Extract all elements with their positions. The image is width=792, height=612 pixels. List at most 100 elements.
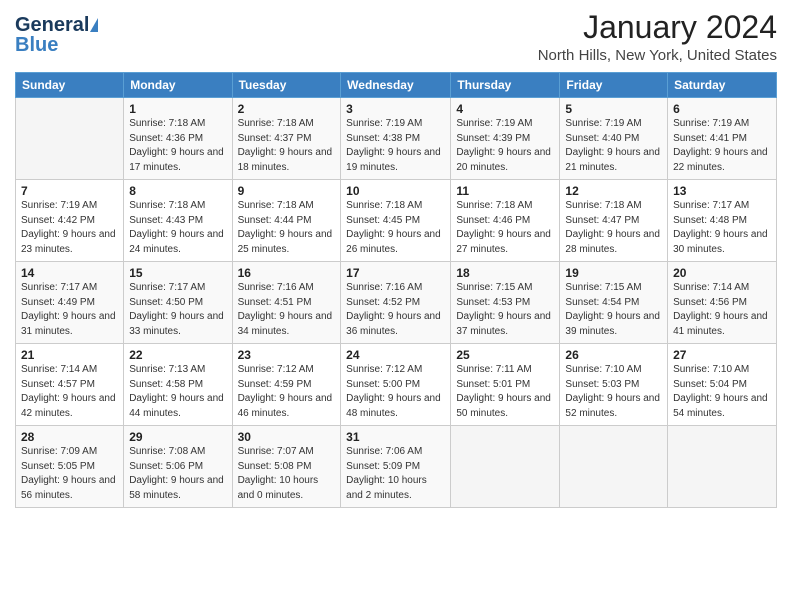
col-header-wednesday: Wednesday — [341, 73, 451, 98]
day-number: 18 — [456, 266, 554, 280]
day-number: 10 — [346, 184, 445, 198]
calendar-cell: 27Sunrise: 7:10 AMSunset: 5:04 PMDayligh… — [668, 344, 777, 426]
calendar-cell: 4Sunrise: 7:19 AMSunset: 4:39 PMDaylight… — [451, 98, 560, 180]
day-info: Sunrise: 7:16 AMSunset: 4:52 PMDaylight:… — [346, 281, 445, 339]
day-number: 3 — [346, 102, 445, 116]
day-info: Sunrise: 7:15 AMSunset: 4:54 PMDaylight:… — [565, 281, 662, 339]
calendar-cell: 19Sunrise: 7:15 AMSunset: 4:54 PMDayligh… — [560, 262, 668, 344]
day-info: Sunrise: 7:06 AMSunset: 5:09 PMDaylight:… — [346, 445, 445, 503]
calendar-cell: 10Sunrise: 7:18 AMSunset: 4:45 PMDayligh… — [341, 180, 451, 262]
calendar-cell: 29Sunrise: 7:08 AMSunset: 5:06 PMDayligh… — [124, 426, 232, 508]
day-number: 6 — [673, 102, 771, 116]
week-row-4: 21Sunrise: 7:14 AMSunset: 4:57 PMDayligh… — [16, 344, 777, 426]
day-info: Sunrise: 7:18 AMSunset: 4:45 PMDaylight:… — [346, 199, 445, 257]
day-info: Sunrise: 7:19 AMSunset: 4:42 PMDaylight:… — [21, 199, 118, 257]
calendar-cell — [668, 426, 777, 508]
subtitle: North Hills, New York, United States — [538, 47, 777, 64]
day-number: 2 — [238, 102, 336, 116]
calendar-cell: 7Sunrise: 7:19 AMSunset: 4:42 PMDaylight… — [16, 180, 124, 262]
day-info: Sunrise: 7:12 AMSunset: 5:00 PMDaylight:… — [346, 363, 445, 421]
title-block: January 2024 North Hills, New York, Unit… — [538, 10, 777, 64]
calendar-cell: 23Sunrise: 7:12 AMSunset: 4:59 PMDayligh… — [232, 344, 341, 426]
day-number: 27 — [673, 348, 771, 362]
day-info: Sunrise: 7:18 AMSunset: 4:47 PMDaylight:… — [565, 199, 662, 257]
calendar-cell: 22Sunrise: 7:13 AMSunset: 4:58 PMDayligh… — [124, 344, 232, 426]
week-row-3: 14Sunrise: 7:17 AMSunset: 4:49 PMDayligh… — [16, 262, 777, 344]
day-info: Sunrise: 7:17 AMSunset: 4:49 PMDaylight:… — [21, 281, 118, 339]
day-number: 29 — [129, 430, 226, 444]
calendar-cell: 2Sunrise: 7:18 AMSunset: 4:37 PMDaylight… — [232, 98, 341, 180]
calendar-cell: 24Sunrise: 7:12 AMSunset: 5:00 PMDayligh… — [341, 344, 451, 426]
calendar-cell: 30Sunrise: 7:07 AMSunset: 5:08 PMDayligh… — [232, 426, 341, 508]
logo: General Blue — [15, 10, 98, 56]
day-number: 8 — [129, 184, 226, 198]
calendar-cell: 5Sunrise: 7:19 AMSunset: 4:40 PMDaylight… — [560, 98, 668, 180]
day-number: 31 — [346, 430, 445, 444]
calendar-cell: 21Sunrise: 7:14 AMSunset: 4:57 PMDayligh… — [16, 344, 124, 426]
logo-general: General — [15, 14, 89, 36]
day-number: 9 — [238, 184, 336, 198]
calendar-table: SundayMondayTuesdayWednesdayThursdayFrid… — [15, 72, 777, 508]
header: General Blue January 2024 North Hills, N… — [15, 10, 777, 64]
calendar-cell: 11Sunrise: 7:18 AMSunset: 4:46 PMDayligh… — [451, 180, 560, 262]
day-info: Sunrise: 7:19 AMSunset: 4:39 PMDaylight:… — [456, 117, 554, 175]
day-number: 12 — [565, 184, 662, 198]
day-info: Sunrise: 7:14 AMSunset: 4:56 PMDaylight:… — [673, 281, 771, 339]
day-info: Sunrise: 7:15 AMSunset: 4:53 PMDaylight:… — [456, 281, 554, 339]
day-number: 16 — [238, 266, 336, 280]
calendar-cell: 1Sunrise: 7:18 AMSunset: 4:36 PMDaylight… — [124, 98, 232, 180]
calendar-cell: 14Sunrise: 7:17 AMSunset: 4:49 PMDayligh… — [16, 262, 124, 344]
calendar-cell: 15Sunrise: 7:17 AMSunset: 4:50 PMDayligh… — [124, 262, 232, 344]
calendar-cell: 12Sunrise: 7:18 AMSunset: 4:47 PMDayligh… — [560, 180, 668, 262]
day-info: Sunrise: 7:17 AMSunset: 4:50 PMDaylight:… — [129, 281, 226, 339]
calendar-cell: 13Sunrise: 7:17 AMSunset: 4:48 PMDayligh… — [668, 180, 777, 262]
day-number: 22 — [129, 348, 226, 362]
day-info: Sunrise: 7:17 AMSunset: 4:48 PMDaylight:… — [673, 199, 771, 257]
day-number: 11 — [456, 184, 554, 198]
day-number: 25 — [456, 348, 554, 362]
day-info: Sunrise: 7:07 AMSunset: 5:08 PMDaylight:… — [238, 445, 336, 503]
day-info: Sunrise: 7:08 AMSunset: 5:06 PMDaylight:… — [129, 445, 226, 503]
day-number: 17 — [346, 266, 445, 280]
calendar-cell: 18Sunrise: 7:15 AMSunset: 4:53 PMDayligh… — [451, 262, 560, 344]
day-info: Sunrise: 7:18 AMSunset: 4:43 PMDaylight:… — [129, 199, 226, 257]
day-info: Sunrise: 7:16 AMSunset: 4:51 PMDaylight:… — [238, 281, 336, 339]
day-info: Sunrise: 7:18 AMSunset: 4:46 PMDaylight:… — [456, 199, 554, 257]
day-info: Sunrise: 7:19 AMSunset: 4:38 PMDaylight:… — [346, 117, 445, 175]
day-number: 19 — [565, 266, 662, 280]
calendar-cell: 8Sunrise: 7:18 AMSunset: 4:43 PMDaylight… — [124, 180, 232, 262]
day-info: Sunrise: 7:09 AMSunset: 5:05 PMDaylight:… — [21, 445, 118, 503]
day-info: Sunrise: 7:10 AMSunset: 5:04 PMDaylight:… — [673, 363, 771, 421]
day-info: Sunrise: 7:18 AMSunset: 4:37 PMDaylight:… — [238, 117, 336, 175]
calendar-cell — [560, 426, 668, 508]
calendar-cell: 16Sunrise: 7:16 AMSunset: 4:51 PMDayligh… — [232, 262, 341, 344]
calendar-cell: 31Sunrise: 7:06 AMSunset: 5:09 PMDayligh… — [341, 426, 451, 508]
week-row-5: 28Sunrise: 7:09 AMSunset: 5:05 PMDayligh… — [16, 426, 777, 508]
day-info: Sunrise: 7:13 AMSunset: 4:58 PMDaylight:… — [129, 363, 226, 421]
calendar-cell — [451, 426, 560, 508]
calendar-cell: 20Sunrise: 7:14 AMSunset: 4:56 PMDayligh… — [668, 262, 777, 344]
day-number: 30 — [238, 430, 336, 444]
week-row-2: 7Sunrise: 7:19 AMSunset: 4:42 PMDaylight… — [16, 180, 777, 262]
day-info: Sunrise: 7:11 AMSunset: 5:01 PMDaylight:… — [456, 363, 554, 421]
col-header-sunday: Sunday — [16, 73, 124, 98]
logo-blue: Blue — [15, 34, 58, 56]
day-number: 15 — [129, 266, 226, 280]
day-info: Sunrise: 7:18 AMSunset: 4:44 PMDaylight:… — [238, 199, 336, 257]
day-number: 23 — [238, 348, 336, 362]
day-info: Sunrise: 7:10 AMSunset: 5:03 PMDaylight:… — [565, 363, 662, 421]
calendar-cell: 6Sunrise: 7:19 AMSunset: 4:41 PMDaylight… — [668, 98, 777, 180]
day-number: 26 — [565, 348, 662, 362]
calendar-cell: 26Sunrise: 7:10 AMSunset: 5:03 PMDayligh… — [560, 344, 668, 426]
day-number: 13 — [673, 184, 771, 198]
day-info: Sunrise: 7:19 AMSunset: 4:40 PMDaylight:… — [565, 117, 662, 175]
col-header-friday: Friday — [560, 73, 668, 98]
day-number: 28 — [21, 430, 118, 444]
calendar-cell: 17Sunrise: 7:16 AMSunset: 4:52 PMDayligh… — [341, 262, 451, 344]
day-info: Sunrise: 7:14 AMSunset: 4:57 PMDaylight:… — [21, 363, 118, 421]
week-row-1: 1Sunrise: 7:18 AMSunset: 4:36 PMDaylight… — [16, 98, 777, 180]
calendar-cell: 25Sunrise: 7:11 AMSunset: 5:01 PMDayligh… — [451, 344, 560, 426]
calendar-cell: 28Sunrise: 7:09 AMSunset: 5:05 PMDayligh… — [16, 426, 124, 508]
day-info: Sunrise: 7:19 AMSunset: 4:41 PMDaylight:… — [673, 117, 771, 175]
header-row: SundayMondayTuesdayWednesdayThursdayFrid… — [16, 73, 777, 98]
